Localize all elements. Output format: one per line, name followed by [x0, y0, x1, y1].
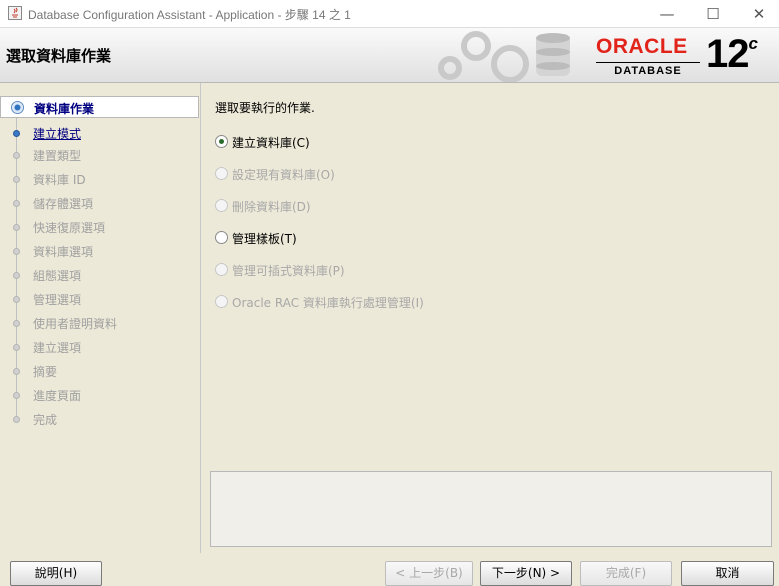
- step-label: 建置類型: [33, 149, 82, 163]
- radio-disabled-icon: [215, 199, 228, 212]
- step-label: 快速復原選項: [33, 221, 106, 235]
- help-button[interactable]: 說明(H): [10, 561, 102, 586]
- step-label: 資料庫作業: [34, 102, 95, 116]
- step-pending-icon: [13, 224, 20, 231]
- step-pending-icon: [13, 272, 20, 279]
- step-label: 摘要: [33, 365, 58, 379]
- radio-disabled-icon: [215, 167, 228, 180]
- version-number: 12: [706, 32, 749, 76]
- minimize-button[interactable]: —: [647, 4, 687, 24]
- steps-sidebar: 資料庫作業 建立模式 建置類型 資料庫 ID 儲存體選項 快速復原選項 資料庫選…: [0, 83, 199, 553]
- step-label: 資料庫選項: [33, 245, 94, 259]
- message-area: [210, 471, 772, 547]
- step-pending-icon: [13, 344, 20, 351]
- step-pending-icon: [13, 200, 20, 207]
- step-pending-icon: [13, 152, 20, 159]
- main-panel: 選取要執行的作業. 建立資料庫(C) 設定現有資料庫(O) 刪除資料庫(D) 管…: [200, 83, 779, 553]
- maximize-button[interactable]: ☐: [693, 4, 733, 24]
- option-label[interactable]: 管理樣板(T): [232, 230, 297, 247]
- step-deployment-type: 建置類型: [0, 144, 199, 166]
- step-summary: 摘要: [0, 360, 199, 382]
- step-database-id: 資料庫 ID: [0, 168, 199, 190]
- step-label: 儲存體選項: [33, 197, 94, 211]
- step-pending-icon: [13, 416, 20, 423]
- radio-selected-icon[interactable]: [215, 135, 228, 148]
- step-management-options: 管理選項: [0, 288, 199, 310]
- button-bar: 說明(H) < 上一步(B) 下一步(N) > 完成(F) 取消: [0, 553, 779, 586]
- step-creation-mode[interactable]: 建立模式: [0, 122, 199, 144]
- step-label: 進度頁面: [33, 389, 82, 403]
- version-logo: 12c: [706, 32, 759, 77]
- step-progress-page: 進度頁面: [0, 384, 199, 406]
- step-finish: 完成: [0, 408, 199, 430]
- step-label: 管理選項: [33, 293, 82, 307]
- step-label: 完成: [33, 413, 58, 427]
- step-label: 組態選項: [33, 269, 82, 283]
- oracle-database-logo: ORACLE DATABASE: [596, 36, 700, 77]
- step-current-icon: [11, 101, 24, 114]
- step-user-credentials: 使用者證明資料: [0, 312, 199, 334]
- option-label: 設定現有資料庫(O): [232, 168, 335, 182]
- next-button[interactable]: 下一步(N) >: [480, 561, 572, 586]
- step-database-operation[interactable]: 資料庫作業: [0, 96, 199, 118]
- close-button[interactable]: ✕: [739, 4, 779, 24]
- step-pending-icon: [13, 368, 20, 375]
- step-pending-icon: [13, 176, 20, 183]
- title-bar: Database Configuration Assistant - Appli…: [0, 0, 779, 28]
- oracle-database-text: DATABASE: [596, 62, 700, 77]
- step-creation-options: 建立選項: [0, 336, 199, 358]
- step-database-options: 資料庫選項: [0, 240, 199, 262]
- header-banner: 選取資料庫作業 ORACLE DATABASE 12c: [0, 28, 779, 83]
- gears-decoration-icon: [438, 31, 570, 82]
- back-button: < 上一步(B): [385, 561, 473, 586]
- radio-disabled-icon: [215, 263, 228, 276]
- radio-disabled-icon: [215, 295, 228, 308]
- option-label: 管理可插式資料庫(P): [232, 264, 345, 278]
- oracle-brand-text: ORACLE: [596, 35, 688, 58]
- step-label: 建立選項: [33, 341, 82, 355]
- step-next-icon: [13, 130, 20, 137]
- step-label: 使用者證明資料: [33, 317, 118, 331]
- step-pending-icon: [13, 392, 20, 399]
- window-title: Database Configuration Assistant - Appli…: [28, 8, 351, 22]
- option-label[interactable]: 建立資料庫(C): [232, 134, 310, 151]
- step-storage-options: 儲存體選項: [0, 192, 199, 214]
- step-configuration-options: 組態選項: [0, 264, 199, 286]
- step-pending-icon: [13, 248, 20, 255]
- finish-button: 完成(F): [580, 561, 672, 586]
- step-label: 資料庫 ID: [33, 173, 86, 187]
- cancel-button[interactable]: 取消: [681, 561, 774, 586]
- instruction-text: 選取要執行的作業.: [215, 101, 315, 115]
- step-pending-icon: [13, 296, 20, 303]
- page-title: 選取資料庫作業: [6, 47, 112, 65]
- option-label: 刪除資料庫(D): [232, 200, 311, 214]
- step-label: 建立模式: [33, 127, 82, 141]
- java-app-icon: [8, 6, 22, 20]
- radio-unselected-icon[interactable]: [215, 231, 228, 244]
- step-fast-recovery-options: 快速復原選項: [0, 216, 199, 238]
- version-suffix: c: [748, 33, 759, 53]
- step-pending-icon: [13, 320, 20, 327]
- option-label: Oracle RAC 資料庫執行處理管理(I): [232, 296, 424, 310]
